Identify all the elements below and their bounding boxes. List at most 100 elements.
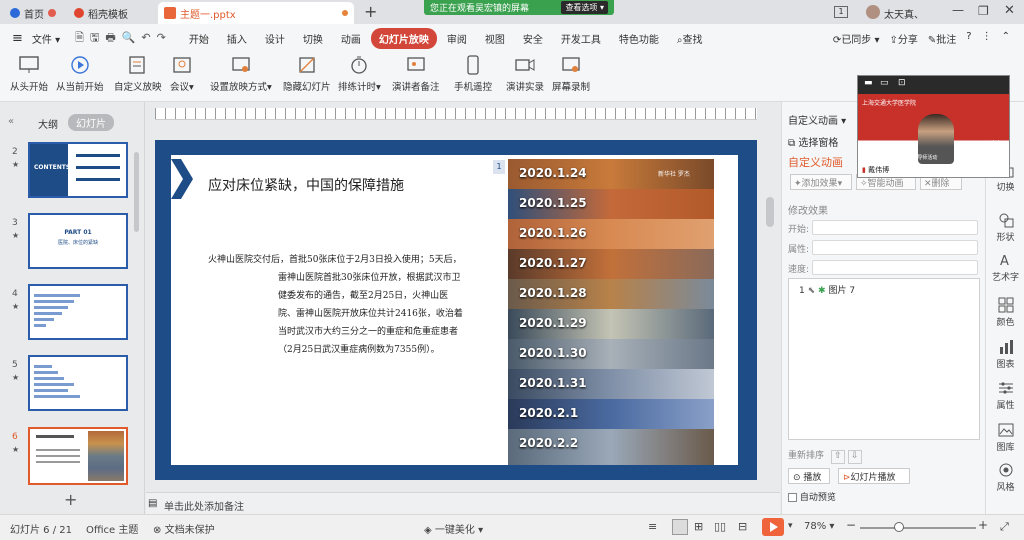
grid-view-icon[interactable]: ⊟: [738, 520, 747, 533]
play-from-current-button[interactable]: 从当前开始: [56, 54, 104, 93]
fit-window-icon[interactable]: ⤢: [1000, 520, 1009, 534]
new-tab-icon[interactable]: +: [364, 2, 377, 21]
animation-marker[interactable]: 1: [493, 160, 505, 174]
construction-photo-collage[interactable]: 2020.1.24 新华社 罗杰 2020.1.25 2020.1.26 2020…: [508, 159, 714, 465]
menu-developer[interactable]: 开发工具: [553, 28, 609, 49]
menu-file[interactable]: 文件 ▾: [24, 28, 68, 49]
move-up-icon[interactable]: ⇧: [830, 450, 845, 464]
phone-remote-button[interactable]: 手机遥控: [454, 54, 492, 93]
protection-status[interactable]: ⊗ 文档未保护: [153, 521, 215, 536]
minimize-icon[interactable]: —: [952, 3, 964, 17]
slide-thumb-3[interactable]: PART 01 医院、床位的紧缺: [28, 213, 128, 269]
sync-button[interactable]: ⟳已同步 ▾: [833, 31, 880, 46]
tab-templates[interactable]: 稻壳模板: [68, 2, 152, 24]
custom-show-button[interactable]: 自定义放映: [114, 54, 162, 93]
notes-toggle-icon[interactable]: ≡: [648, 520, 657, 533]
webcam-minimize-icon[interactable]: ▬: [864, 78, 873, 88]
canvas-scrollbar[interactable]: [766, 197, 774, 227]
slide-title[interactable]: 应对床位紧缺，中国的保障措施: [208, 175, 404, 195]
slide-canvas[interactable]: 应对床位紧缺，中国的保障措施 火神山医院交付后，首批50张床位于2月3日投入使用…: [155, 140, 757, 480]
menu-animation[interactable]: 动画: [333, 28, 369, 49]
webcam-overlay[interactable]: ▬ ▭ ⊡ 上海交通大学医学院 COVID 论坛 ——2020年 合格导师活动 …: [857, 75, 1010, 178]
normal-view-icon[interactable]: [672, 519, 688, 535]
slideshow-button[interactable]: ⊳幻灯片播放: [838, 468, 910, 484]
screen-record-button[interactable]: 屏幕录制: [552, 54, 590, 93]
play-dropdown-icon[interactable]: ▾: [788, 521, 793, 531]
annotate-button[interactable]: ✎批注: [928, 31, 956, 46]
meeting-button[interactable]: 会议▾: [170, 54, 194, 93]
hamburger-icon[interactable]: ≡: [12, 31, 23, 46]
menu-home[interactable]: 开始: [181, 28, 217, 49]
presenter-icon: [405, 54, 427, 76]
zoom-slider-thumb[interactable]: [894, 522, 904, 532]
side-tool-color[interactable]: 颜色: [986, 297, 1024, 328]
view-options-button[interactable]: 查看选项 ▾: [561, 1, 608, 14]
menu-review[interactable]: 审阅: [439, 28, 475, 49]
start-select[interactable]: [812, 220, 978, 235]
sorter-view-icon[interactable]: ⊞: [694, 520, 703, 533]
thumb-bar-chart: [34, 294, 80, 327]
side-tool-gallery[interactable]: 图库: [986, 422, 1024, 453]
restore-icon[interactable]: ❐: [978, 4, 989, 18]
webcam-expand-icon[interactable]: ⊡: [898, 78, 906, 88]
play-button[interactable]: ⊙ 播放: [788, 468, 830, 484]
tab-outline[interactable]: 大纲: [38, 116, 58, 131]
close-icon[interactable]: ✕: [1004, 3, 1015, 18]
notes-pane[interactable]: ▤ 单击此处添加备注: [146, 492, 780, 514]
select-pane-button[interactable]: ⧉ 选择窗格: [788, 134, 838, 149]
rehearse-timing-button[interactable]: 排练计时▾: [338, 54, 381, 93]
tab-document[interactable]: 主题一.pptx: [158, 2, 354, 24]
add-slide-icon[interactable]: +: [64, 490, 77, 509]
thumb-title: CONTENTS: [34, 164, 71, 171]
autopreview-checkbox[interactable]: 自动预览: [788, 490, 836, 503]
animation-list-item[interactable]: 1 ⬉ ✱ 图片 7: [799, 283, 855, 296]
menu-design[interactable]: 设计: [257, 28, 293, 49]
reading-view-icon[interactable]: ▯▯: [714, 520, 726, 533]
slide-thumb-6[interactable]: [28, 427, 128, 485]
side-tool-style[interactable]: 风格: [986, 462, 1024, 493]
menu-security[interactable]: 安全: [515, 28, 551, 49]
zoom-level[interactable]: 78% ▾: [804, 521, 834, 532]
presenter-notes-button[interactable]: 演讲者备注: [392, 54, 440, 93]
tab-home[interactable]: 首页: [4, 2, 66, 24]
side-tool-property[interactable]: 属性: [986, 380, 1024, 411]
slide-body-text[interactable]: 火神山医院交付后，首批50张床位于2月3日投入使用；5天后，雷神山医院首批30张…: [208, 251, 466, 359]
zoom-out-icon[interactable]: −: [846, 518, 856, 532]
thumb-scrollbar[interactable]: [134, 152, 139, 232]
share-button[interactable]: ⇪分享: [890, 31, 918, 46]
menu-transition[interactable]: 切换: [295, 28, 331, 49]
add-effect-button[interactable]: ✦添加效果▾: [790, 174, 852, 190]
setup-show-button[interactable]: 设置放映方式▾: [210, 54, 272, 93]
menu-slideshow[interactable]: 幻灯片放映: [370, 27, 437, 49]
zoom-in-icon[interactable]: +: [978, 518, 988, 532]
zoom-slider-track[interactable]: [860, 527, 976, 529]
beautify-button[interactable]: ◈ 一键美化 ▾: [424, 521, 483, 536]
quick-access-icons[interactable]: 🗎🖫🖶🔍↶↷: [75, 29, 172, 48]
tab-slides[interactable]: 幻灯片: [68, 114, 114, 131]
menu-view[interactable]: 视图: [477, 28, 513, 49]
slide-thumb-2[interactable]: CONTENTS: [28, 142, 128, 198]
menu-features[interactable]: 特色功能: [611, 28, 667, 49]
more-icon[interactable]: ⋮: [982, 31, 992, 46]
collapse-panel-icon[interactable]: «: [8, 116, 14, 127]
slideshow-play-button[interactable]: [762, 518, 784, 536]
webcam-layout-icon[interactable]: ▭: [880, 78, 889, 88]
menu-find[interactable]: ⌕查找: [669, 28, 711, 49]
collapse-ribbon-icon[interactable]: ⌃: [1002, 31, 1010, 46]
panel-title[interactable]: 自定义动画 ▾: [788, 112, 846, 127]
property-select[interactable]: [812, 240, 978, 255]
side-tool-wordart[interactable]: A 艺术字: [986, 252, 1024, 283]
side-tool-shape[interactable]: 形状: [986, 212, 1024, 243]
theme-name[interactable]: Office 主题: [86, 521, 138, 536]
user-avatar[interactable]: [866, 5, 880, 19]
move-down-icon[interactable]: ⇩: [847, 450, 862, 464]
slide-thumb-5[interactable]: [28, 355, 128, 411]
hide-slide-button[interactable]: 隐藏幻灯片: [283, 54, 331, 93]
speed-select[interactable]: [812, 260, 978, 275]
slide-thumb-4[interactable]: [28, 284, 128, 340]
speech-record-button[interactable]: 演讲实录: [506, 54, 544, 93]
menu-insert[interactable]: 插入: [219, 28, 255, 49]
side-tool-chart[interactable]: 图表: [986, 339, 1024, 370]
help-icon[interactable]: ?: [966, 31, 971, 46]
play-from-start-button[interactable]: 从头开始: [10, 54, 48, 93]
